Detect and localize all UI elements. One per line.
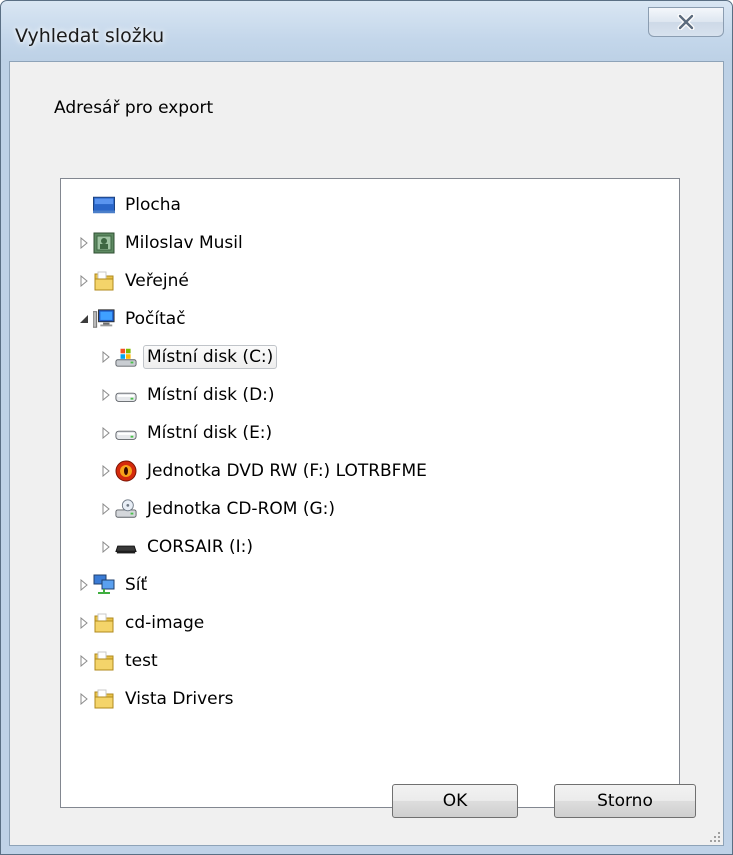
tree-item-label: Veřejné bbox=[125, 271, 189, 291]
hard-drive-icon bbox=[115, 422, 137, 444]
close-x-icon bbox=[677, 14, 695, 30]
user-folder-icon bbox=[93, 232, 115, 254]
tree-item-label: Plocha bbox=[125, 195, 181, 215]
expand-arrow-icon[interactable] bbox=[97, 341, 115, 373]
tree-item-cd-image[interactable]: cd-image bbox=[75, 607, 208, 639]
folder-icon bbox=[93, 688, 115, 710]
cancel-button[interactable]: Storno bbox=[554, 784, 696, 818]
collapse-arrow-icon[interactable] bbox=[75, 303, 93, 335]
tree-item-label: Jednotka DVD RW (F:) LOTRBFME bbox=[147, 461, 427, 481]
tree-item-label: cd-image bbox=[125, 613, 205, 633]
folder-icon bbox=[93, 270, 115, 292]
tree-item-cd-rom-g[interactable]: Jednotka CD-ROM (G:) bbox=[97, 493, 339, 525]
close-button[interactable] bbox=[648, 7, 724, 37]
tree-item-label: Miloslav Musil bbox=[125, 233, 243, 253]
tree-item-verejne[interactable]: Veřejné bbox=[75, 265, 193, 297]
tree-item-label: Síť bbox=[125, 575, 148, 595]
folder-tree[interactable]: Plocha Miloslav Musil Veřejné Počítač Mí… bbox=[60, 178, 680, 808]
tree-item-sit[interactable]: Síť bbox=[75, 569, 151, 601]
tree-expander-placeholder bbox=[75, 189, 93, 221]
dvd-drive-icon bbox=[115, 460, 137, 482]
title-bar[interactable]: Vyhledat složku bbox=[1, 1, 732, 61]
expand-arrow-icon[interactable] bbox=[97, 493, 115, 525]
expand-arrow-icon[interactable] bbox=[75, 683, 93, 715]
expand-arrow-icon[interactable] bbox=[97, 379, 115, 411]
tree-item-label: Místní disk (C:) bbox=[143, 345, 278, 369]
folder-icon bbox=[93, 650, 115, 672]
tree-item-label: Jednotka CD-ROM (G:) bbox=[147, 499, 335, 519]
cd-drive-icon bbox=[115, 498, 137, 520]
expand-arrow-icon[interactable] bbox=[97, 417, 115, 449]
dialog-client-area: Adresář pro export Plocha Miloslav Musil… bbox=[9, 61, 724, 846]
tree-item-label: Místní disk (E:) bbox=[147, 423, 273, 443]
tree-item-mistni-disk-e[interactable]: Místní disk (E:) bbox=[97, 417, 276, 449]
tree-item-vista-drivers[interactable]: Vista Drivers bbox=[75, 683, 238, 715]
instruction-text: Adresář pro export bbox=[54, 98, 214, 118]
hard-drive-icon bbox=[115, 384, 137, 406]
tree-item-mistni-disk-d[interactable]: Místní disk (D:) bbox=[97, 379, 279, 411]
desktop-icon bbox=[93, 194, 115, 216]
tree-item-label: Vista Drivers bbox=[125, 689, 234, 709]
dialog-window: Vyhledat složku Adresář pro export Ploch… bbox=[0, 0, 733, 855]
tree-item-corsair-i[interactable]: CORSAIR (I:) bbox=[97, 531, 257, 563]
dialog-title: Vyhledat složku bbox=[15, 25, 165, 47]
expand-arrow-icon[interactable] bbox=[75, 645, 93, 677]
tree-item-label: CORSAIR (I:) bbox=[147, 537, 254, 557]
network-icon bbox=[93, 574, 115, 596]
expand-arrow-icon[interactable] bbox=[75, 569, 93, 601]
tree-item-pocitac[interactable]: Počítač bbox=[75, 303, 190, 335]
ok-button[interactable]: OK bbox=[392, 784, 518, 818]
resize-grip-icon[interactable] bbox=[707, 829, 721, 843]
tree-item-label: Počítač bbox=[125, 309, 186, 329]
computer-icon bbox=[93, 308, 115, 330]
expand-arrow-icon[interactable] bbox=[75, 227, 93, 259]
tree-item-label: test bbox=[125, 651, 158, 671]
folder-icon bbox=[93, 612, 115, 634]
expand-arrow-icon[interactable] bbox=[75, 265, 93, 297]
tree-item-label: Místní disk (D:) bbox=[147, 385, 275, 405]
tree-item-plocha[interactable]: Plocha bbox=[75, 189, 185, 221]
tree-item-dvd-rw-f[interactable]: Jednotka DVD RW (F:) LOTRBFME bbox=[97, 455, 431, 487]
tree-item-test[interactable]: test bbox=[75, 645, 162, 677]
tree-item-miloslav-musil[interactable]: Miloslav Musil bbox=[75, 227, 247, 259]
expand-arrow-icon[interactable] bbox=[75, 607, 93, 639]
removable-drive-icon bbox=[115, 536, 137, 558]
expand-arrow-icon[interactable] bbox=[97, 455, 115, 487]
system-drive-icon bbox=[115, 346, 137, 368]
tree-item-mistni-disk-c[interactable]: Místní disk (C:) bbox=[97, 341, 278, 373]
expand-arrow-icon[interactable] bbox=[97, 531, 115, 563]
